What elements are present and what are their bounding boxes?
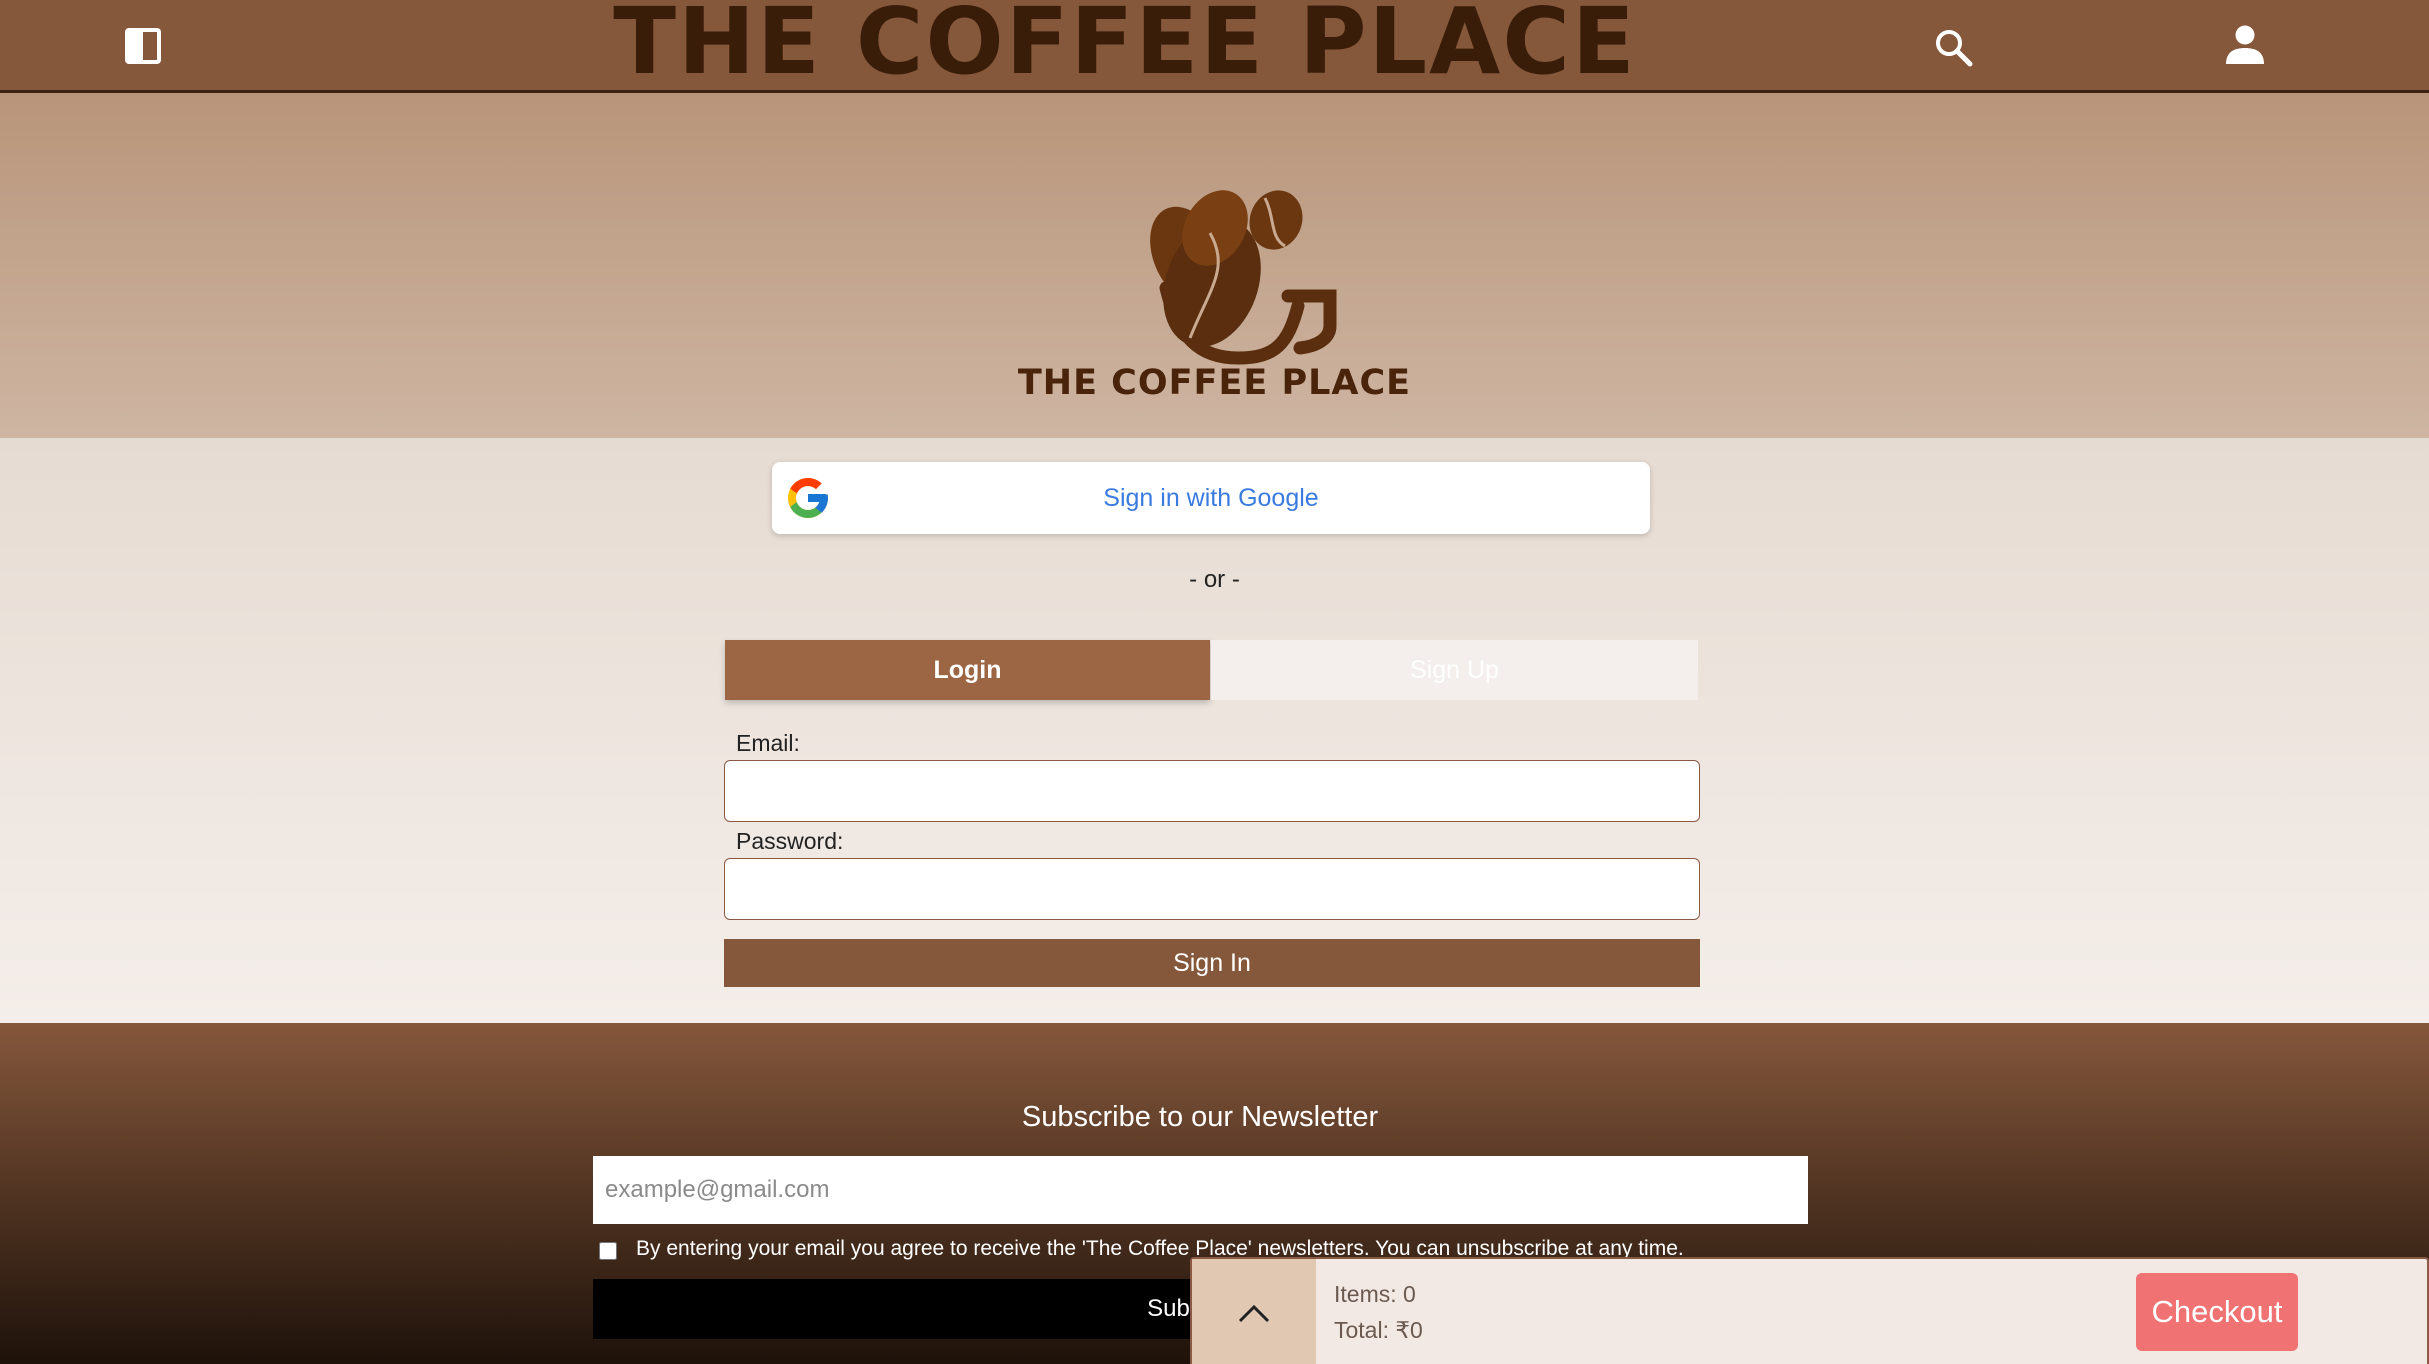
checkout-button[interactable]: Checkout (2136, 1273, 2298, 1351)
cart-expand-button[interactable] (1192, 1259, 1316, 1364)
password-label: Password: (736, 828, 844, 854)
auth-section: Sign in with Google - or - Login Sign Up… (0, 438, 2429, 1023)
sidebar-toggle-icon[interactable] (125, 28, 161, 64)
email-label: Email: (736, 730, 800, 756)
hero-banner: THE COFFEE PLACE (0, 93, 2429, 438)
newsletter-title: Subscribe to our Newsletter (1021, 1101, 1379, 1133)
tab-sign-up[interactable]: Sign Up (1211, 640, 1698, 700)
password-field[interactable] (724, 858, 1700, 920)
newsletter-email-input[interactable] (593, 1156, 1808, 1224)
sign-in-button[interactable]: Sign In (724, 939, 1700, 987)
cart-summary-bar: Items: 0 Total: ₹0 Checkout (1190, 1257, 2429, 1364)
cart-items-count: Items: 0 (1334, 1281, 1416, 1307)
or-separator: - or - (1189, 566, 1240, 593)
tab-login[interactable]: Login (725, 640, 1210, 700)
cart-total: Total: ₹0 (1334, 1317, 1423, 1343)
logo-wordmark: THE COFFEE PLACE (1017, 363, 1412, 403)
google-sign-in-label: Sign in with Google (1103, 484, 1319, 512)
search-icon[interactable] (1932, 26, 1974, 68)
newsletter-consent-checkbox[interactable] (599, 1242, 617, 1260)
site-title[interactable]: THE COFFEE PLACE (500, 0, 1750, 92)
chevron-up-icon (1238, 1304, 1270, 1323)
top-nav-bar: THE COFFEE PLACE (0, 0, 2429, 93)
google-sign-in-button[interactable]: Sign in with Google (772, 462, 1650, 534)
user-icon[interactable] (2224, 24, 2266, 66)
email-field[interactable] (724, 760, 1700, 822)
